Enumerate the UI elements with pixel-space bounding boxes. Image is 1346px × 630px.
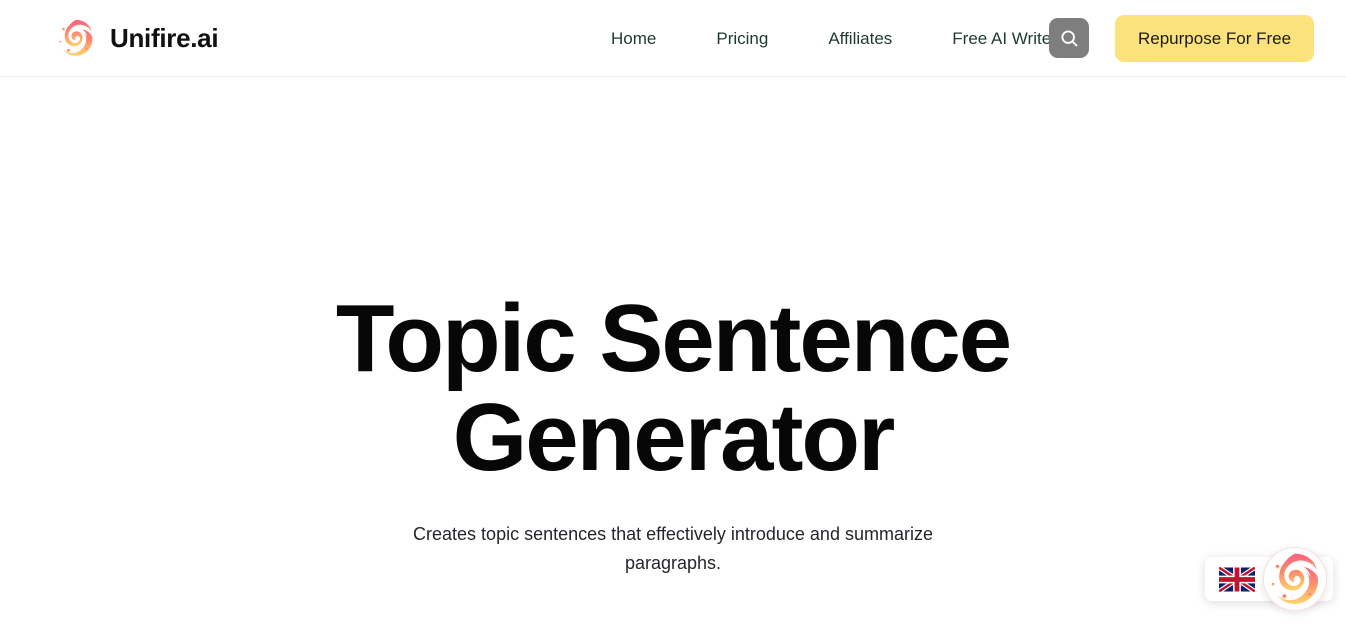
page-title: Topic Sentence Generator [293,289,1053,487]
brand-name: Unifire.ai [110,23,219,53]
brand-logo-link[interactable]: Unifire.ai [56,18,219,58]
nav-link-home[interactable]: Home [611,22,656,55]
page-title-line-1: Topic Sentence [335,285,1012,392]
header-actions: Repurpose For Free [1049,14,1315,62]
unifire-flame-logo-icon [1267,551,1323,607]
nav-link-affiliates[interactable]: Affiliates [828,22,892,55]
search-icon [1059,28,1080,49]
language-selector-button[interactable] [1219,566,1255,592]
site-header: Unifire.ai Home Pricing Affiliates Free … [0,0,1346,77]
primary-navigation: Home Pricing Affiliates Free AI Writer [611,22,1057,55]
uk-flag-icon [1219,566,1255,592]
nav-link-pricing[interactable]: Pricing [716,22,768,55]
chat-launcher-button[interactable] [1263,547,1327,611]
search-button[interactable] [1049,18,1089,58]
page-subtitle: Creates topic sentences that effectively… [413,524,933,573]
hero-section: Topic Sentence Generator Creates topic s… [0,77,1346,630]
page-title-line-2: Generator [452,384,896,491]
nav-link-free-ai-writer[interactable]: Free AI Writer [952,22,1057,55]
repurpose-for-free-button[interactable]: Repurpose For Free [1115,14,1315,62]
unifire-flame-logo-icon [56,18,96,58]
